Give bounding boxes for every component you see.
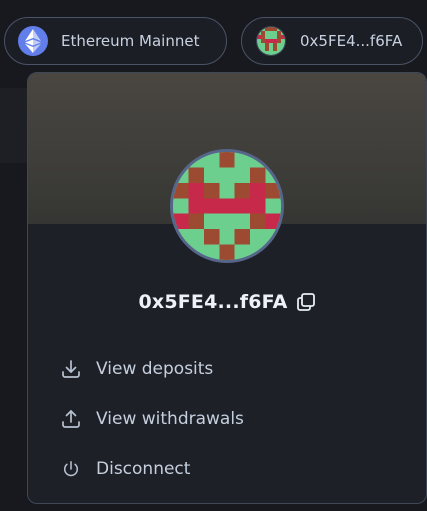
view-deposits-button[interactable]: View deposits <box>60 358 213 380</box>
disconnect-label: Disconnect <box>96 459 191 479</box>
copy-icon[interactable] <box>296 292 316 312</box>
view-withdrawals-button[interactable]: View withdrawals <box>60 408 244 430</box>
account-avatar <box>256 26 286 56</box>
power-icon <box>60 458 82 480</box>
address-row: 0x5FE4...f6FA <box>28 291 426 313</box>
account-dropdown-panel: 0x5FE4...f6FA View deposits View withdra… <box>27 72 427 504</box>
page-backdrop <box>0 88 30 163</box>
ethereum-icon <box>18 26 48 56</box>
view-deposits-label: View deposits <box>96 359 214 379</box>
view-withdrawals-label: View withdrawals <box>96 409 244 429</box>
upload-icon <box>60 408 82 430</box>
account-button[interactable]: 0x5FE4...f6FA <box>241 17 423 65</box>
network-selector-button[interactable]: Ethereum Mainnet <box>4 17 227 65</box>
app-stage: Ethereum Mainnet 0x5FE4...f6FA 0x5FE4...… <box>0 0 427 511</box>
account-label: 0x5FE4...f6FA <box>300 32 403 50</box>
account-avatar-large <box>170 149 284 263</box>
network-label: Ethereum Mainnet <box>61 32 200 50</box>
account-address: 0x5FE4...f6FA <box>138 291 288 313</box>
download-icon <box>60 358 82 380</box>
disconnect-button[interactable]: Disconnect <box>60 458 190 480</box>
